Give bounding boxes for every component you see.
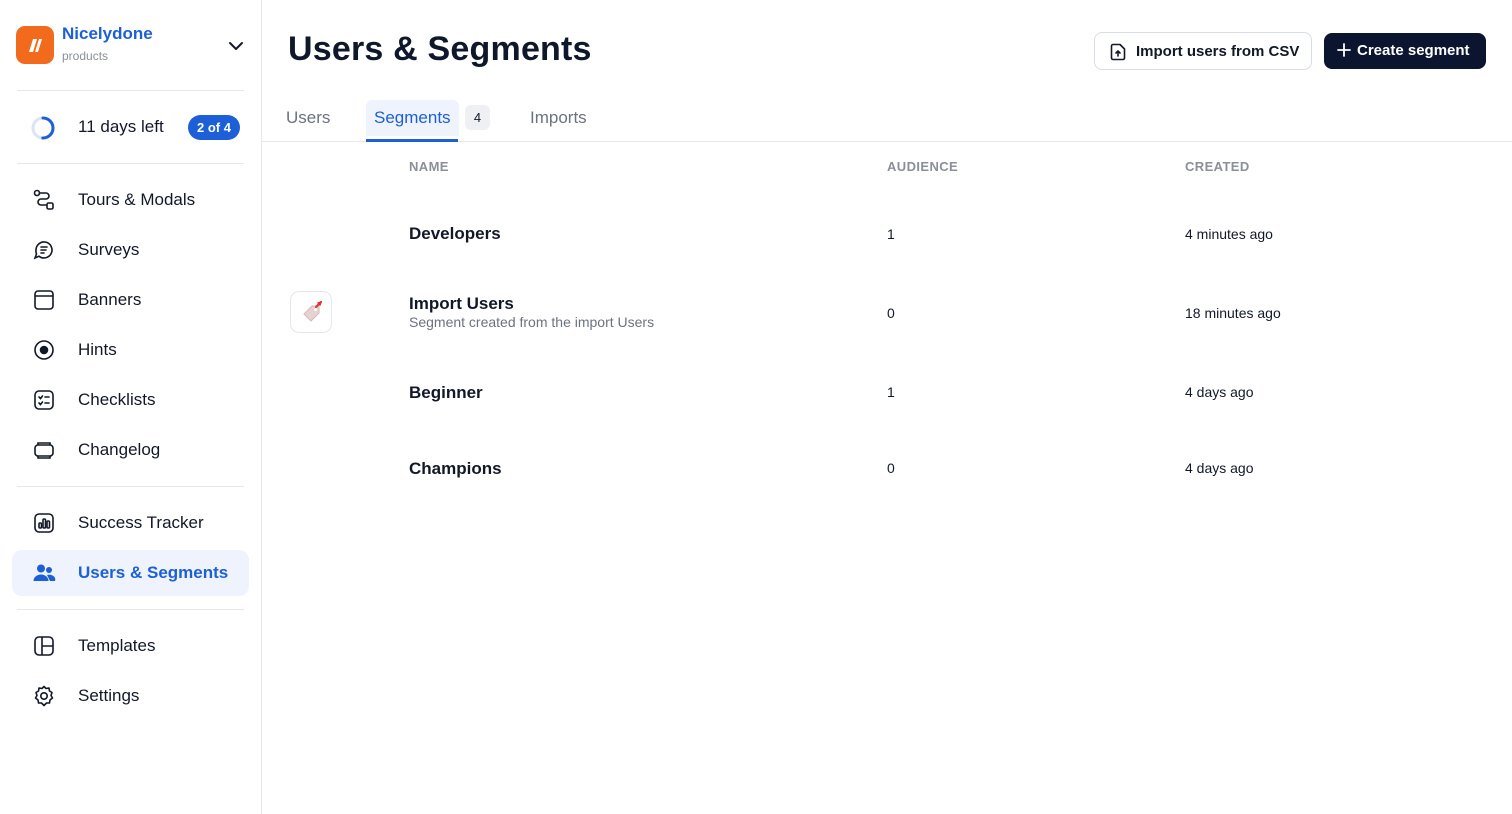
success-tracker-icon <box>34 513 54 533</box>
workspace-name: Nicelydone <box>62 24 153 43</box>
segment-audience: 0 <box>887 460 895 476</box>
file-upload-icon <box>1110 43 1126 61</box>
import-csv-button[interactable]: Import users from CSV <box>1094 32 1312 70</box>
sidebar-item-label: Checklists <box>78 390 156 409</box>
sidebar-item-success-tracker[interactable]: Success Tracker <box>12 500 249 546</box>
segment-created: 4 days ago <box>1185 460 1254 476</box>
users-icon <box>33 564 56 581</box>
segment-created: 18 minutes ago <box>1185 305 1281 321</box>
sidebar-item-label: Settings <box>78 686 140 705</box>
sidebar-item-label: Tours & Modals <box>78 190 196 209</box>
changelog-icon <box>34 442 54 459</box>
sidebar-item-tours-modals[interactable]: Tours & Modals <box>12 177 249 223</box>
import-csv-label: Import users from CSV <box>1136 43 1300 60</box>
sidebar-item-label: Users & Segments <box>78 563 229 582</box>
brand-logo <box>16 26 54 64</box>
tab-imports[interactable]: Imports <box>530 100 587 136</box>
column-header-name[interactable]: NAME <box>409 159 449 174</box>
plus-icon <box>1337 43 1351 57</box>
segment-name: Champions <box>409 459 502 478</box>
trial-days-left: 11 days left <box>78 117 164 136</box>
table-row[interactable]: Champions 0 4 days ago <box>262 448 1512 508</box>
sidebar-item-label: Hints <box>78 340 117 359</box>
tours-icon <box>33 189 54 210</box>
divider <box>17 90 244 91</box>
sidebar-item-users-segments[interactable]: Users & Segments <box>12 550 249 596</box>
chevron-down-icon <box>229 42 243 50</box>
sidebar-item-surveys[interactable]: Surveys <box>12 227 249 273</box>
tab-users[interactable]: Users <box>286 100 330 136</box>
divider <box>17 486 244 487</box>
page-title: Users & Segments <box>288 30 592 68</box>
workspace-switcher[interactable]: Nicelydone products <box>16 24 248 68</box>
sidebar-item-label: Success Tracker <box>78 513 204 532</box>
create-segment-button[interactable]: Create segment <box>1324 33 1486 69</box>
sidebar-item-label: Surveys <box>78 240 140 259</box>
column-header-created[interactable]: CREATED <box>1185 159 1250 174</box>
create-segment-label: Create segment <box>1357 42 1470 59</box>
segment-description: Segment created from the import Users <box>409 314 655 330</box>
checklists-icon <box>34 390 54 410</box>
sidebar-item-checklists[interactable]: Checklists <box>12 377 249 423</box>
sidebar-item-templates[interactable]: Templates <box>12 623 249 669</box>
segment-created: 4 minutes ago <box>1185 226 1273 242</box>
surveys-icon <box>33 241 53 260</box>
segment-name: Developers <box>409 224 501 243</box>
active-tab-indicator <box>366 139 458 142</box>
sidebar-item-settings[interactable]: Settings <box>12 673 249 719</box>
segment-audience: 1 <box>887 226 895 242</box>
column-header-audience[interactable]: AUDIENCE <box>887 159 958 174</box>
banners-icon <box>34 290 54 310</box>
import-tag-icon <box>290 291 332 333</box>
sidebar-item-label: Changelog <box>78 440 161 459</box>
sidebar-item-changelog[interactable]: Changelog <box>12 427 249 473</box>
trial-status[interactable]: 11 days left 2 of 4 <box>30 112 240 142</box>
segment-name: Import Users <box>409 294 514 313</box>
trial-step-badge: 2 of 4 <box>188 115 240 140</box>
table-row[interactable]: Developers 1 4 minutes ago <box>262 214 1512 274</box>
segment-name: Beginner <box>409 383 483 402</box>
table-row[interactable]: Import Users Segment created from the im… <box>262 291 1512 351</box>
workspace-subtitle: products <box>62 49 109 63</box>
divider <box>17 609 244 610</box>
sidebar-item-label: Templates <box>78 636 156 655</box>
templates-icon <box>34 636 54 656</box>
segment-audience: 0 <box>887 305 895 321</box>
settings-icon <box>34 685 54 707</box>
sidebar-item-label: Banners <box>78 290 142 309</box>
hints-icon <box>34 340 54 360</box>
sidebar-item-banners[interactable]: Banners <box>12 277 249 323</box>
segments-count-badge: 4 <box>465 105 490 130</box>
divider <box>17 163 244 164</box>
sidebar-item-hints[interactable]: Hints <box>12 327 249 373</box>
sidebar: Nicelydone products 11 days left 2 of 4 … <box>0 0 262 814</box>
trial-progress-ring-icon <box>31 116 55 140</box>
table-row[interactable]: Beginner 1 4 days ago <box>262 372 1512 432</box>
tab-segments[interactable]: Segments <box>366 100 459 136</box>
segment-created: 4 days ago <box>1185 384 1254 400</box>
segment-audience: 1 <box>887 384 895 400</box>
